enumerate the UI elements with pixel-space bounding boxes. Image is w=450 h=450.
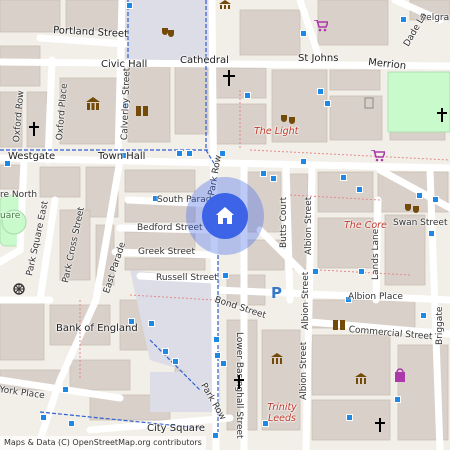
home-icon (216, 207, 234, 224)
bus-stop-icon[interactable] (172, 358, 179, 365)
street-label-greek-street: Greek Street (138, 247, 195, 257)
bus-stop-icon[interactable] (176, 150, 183, 157)
bus-stop-icon[interactable] (222, 272, 229, 279)
bus-stop-icon[interactable] (148, 320, 155, 327)
bus-stop-icon[interactable] (186, 150, 193, 157)
bus-stop-icon[interactable] (213, 336, 220, 343)
street-label-albion-street-3: Albion Street (299, 341, 309, 400)
shop-icon[interactable] (314, 20, 328, 32)
parking-icon[interactable]: P (270, 284, 284, 300)
poi-label-bank-of-england-1: Bank of England (56, 323, 138, 334)
museum-icon[interactable] (270, 352, 284, 366)
library-icon[interactable] (332, 318, 346, 332)
street-label-russell-street: Russell Street (156, 273, 218, 283)
street-label-albion-street-1: Albion Street (304, 196, 314, 255)
poi-label-trinity-leeds: Trinity Leeds (267, 402, 297, 424)
current-location-core[interactable] (202, 193, 248, 239)
bus-stop-icon[interactable] (394, 396, 401, 403)
street-label-albion-place: Albion Place (348, 292, 403, 302)
bus-stop-icon[interactable] (358, 268, 365, 275)
bus-stop-icon[interactable] (340, 174, 347, 181)
park-label-square: uare (0, 211, 21, 221)
theatre-icon[interactable] (161, 26, 175, 40)
street-label-town-hall: Town Hall (98, 151, 146, 162)
shop-icon[interactable] (394, 368, 406, 382)
shop-icon[interactable] (371, 150, 385, 162)
bus-stop-icon[interactable] (40, 414, 47, 421)
museum-icon[interactable] (218, 0, 232, 10)
bus-stop-icon[interactable] (162, 348, 169, 355)
street-label-st-johns: St Johns (298, 53, 339, 64)
bus-stop-icon[interactable] (260, 170, 267, 177)
map-attribution: Maps & Data (C) OpenStreetMap.org contri… (0, 436, 206, 450)
bus-stop-icon[interactable] (416, 192, 423, 199)
street-label-city-square: City Square (147, 423, 205, 434)
bus-stop-icon[interactable] (356, 186, 363, 193)
theatre-icon[interactable] (280, 113, 296, 127)
bus-stop-icon[interactable] (126, 2, 133, 9)
poi-label-the-core: The Core (344, 220, 387, 231)
library-icon[interactable] (135, 104, 149, 118)
bus-stop-icon[interactable] (270, 175, 277, 182)
street-label-swan-street: Swan Street (393, 218, 448, 228)
bus-stop-icon[interactable] (62, 386, 69, 393)
theatre-icon[interactable] (404, 202, 420, 216)
bus-stop-icon[interactable] (220, 360, 227, 367)
svg-text:P: P (271, 284, 282, 300)
bus-stop-icon[interactable] (400, 16, 407, 23)
museum-icon[interactable] (85, 96, 101, 112)
bus-stop-icon[interactable] (300, 30, 307, 37)
bus-stop-icon[interactable] (428, 230, 435, 237)
bus-stop-icon[interactable] (317, 88, 324, 95)
bus-stop-icon[interactable] (420, 312, 427, 319)
church-icon[interactable] (233, 375, 245, 389)
street-label-briggate: Briggate (435, 306, 445, 345)
street-label-cathedral: Cathedral (180, 55, 229, 66)
phone-icon[interactable] (363, 97, 375, 109)
street-label-albion-street-2: Albion Street (301, 271, 311, 330)
current-location-marker[interactable] (186, 177, 264, 255)
bus-stop-icon[interactable] (312, 268, 319, 275)
church-icon[interactable] (436, 108, 448, 122)
poi-label-the-light: The Light (254, 126, 299, 137)
map-view[interactable]: Portland Street Civic Hall Cathedral St … (0, 0, 450, 450)
bus-stop-icon[interactable] (346, 414, 353, 421)
street-label-butts-court: Butts Court (279, 196, 289, 248)
museum-icon[interactable] (354, 372, 368, 386)
bus-stop-icon[interactable] (68, 420, 75, 427)
church-icon[interactable] (28, 122, 40, 136)
bus-stop-icon[interactable] (324, 100, 331, 107)
bus-stop-icon[interactable] (214, 352, 221, 359)
street-label-park-square-north: re North (0, 190, 38, 200)
bus-stop-icon[interactable] (300, 158, 307, 165)
church-icon[interactable] (374, 418, 386, 432)
street-label-lands-lane: Lands Lane (371, 228, 381, 280)
bus-stop-icon[interactable] (432, 196, 439, 203)
bus-stop-icon[interactable] (244, 92, 251, 99)
church-icon[interactable] (222, 70, 236, 86)
ferris-wheel-icon[interactable] (12, 282, 26, 296)
bus-stop-icon[interactable] (212, 432, 219, 439)
street-label-westgate: Westgate (8, 151, 56, 162)
